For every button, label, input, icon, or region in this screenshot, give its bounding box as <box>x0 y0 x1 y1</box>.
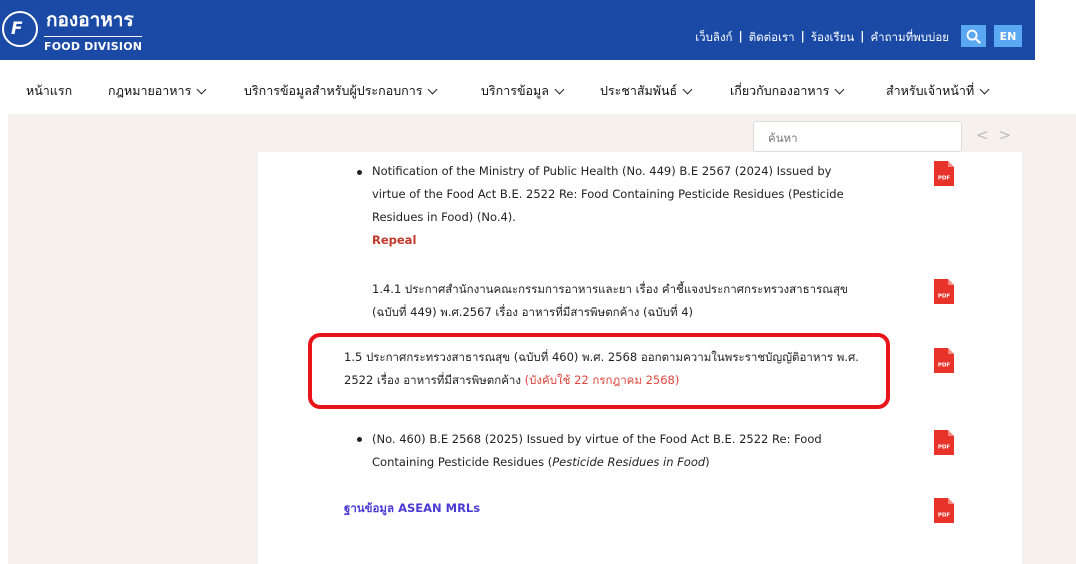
chevron-down-icon <box>682 84 693 94</box>
nav-item-label: สำหรับเจ้าหน้าที่ <box>886 83 975 98</box>
top-link-contact[interactable]: ติดต่อเรา <box>749 29 795 47</box>
pdf-icon[interactable]: PDF <box>934 279 954 304</box>
nav-item-label: ประชาสัมพันธ์ <box>600 83 678 98</box>
list-item-notification-460-en[interactable]: (No. 460) B.E 2568 (2025) Issued by virt… <box>372 428 892 474</box>
logo-icon[interactable]: F <box>2 11 38 47</box>
top-link-complaint[interactable]: ร้องเรียน <box>811 29 854 47</box>
next-arrow-icon[interactable]: > <box>999 126 1022 144</box>
svg-text:PDF: PDF <box>938 445 951 451</box>
pager: <> <box>976 126 1021 144</box>
chevron-down-icon <box>427 84 438 94</box>
logo-title-en[interactable]: FOOD DIVISION <box>44 36 143 54</box>
highlight-box <box>308 333 890 409</box>
chevron-down-icon <box>979 84 990 94</box>
status-repeal: Repeal <box>372 233 417 247</box>
page: F กองอาหาร FOOD DIVISION เว็บลิงก์ | ติด… <box>0 0 1076 564</box>
search-icon <box>966 29 981 44</box>
item-text-italic: Pesticide Residues in Food <box>552 455 706 469</box>
nav-item-label: เกี่ยวกับกองอาหาร <box>730 83 830 98</box>
bullet-icon <box>357 437 362 442</box>
chevron-down-icon <box>196 84 207 94</box>
nav-item-label: บริการข้อมูล <box>481 83 549 98</box>
separator: | <box>860 29 865 43</box>
chevron-down-icon <box>834 84 845 94</box>
item-text: (ฉบับที่ 449) พ.ศ.2567 เรื่อง อาหารที่มี… <box>372 305 694 319</box>
nav-item-home[interactable]: หน้าแรก <box>26 81 72 101</box>
logo-title-th[interactable]: กองอาหาร <box>46 9 134 31</box>
pdf-icon[interactable]: PDF <box>934 161 954 186</box>
separator: | <box>738 29 743 43</box>
top-link-weblinks[interactable]: เว็บลิงก์ <box>695 29 732 47</box>
asean-mrls-link[interactable]: ฐานข้อมูล ASEAN MRLs <box>344 497 480 520</box>
svg-text:PDF: PDF <box>938 513 951 519</box>
search-input[interactable]: ค้นหา <box>753 121 962 152</box>
nav-item-label: กฎหมายอาหาร <box>108 83 192 98</box>
language-button[interactable]: EN <box>994 25 1022 47</box>
item-text: (No. 460) B.E 2568 (2025) Issued by virt… <box>372 432 822 446</box>
top-link-faq[interactable]: คำถามที่พบบ่อย <box>870 29 949 47</box>
pdf-icon[interactable]: PDF <box>934 430 954 455</box>
bullet-icon <box>357 170 362 175</box>
search-button[interactable] <box>961 25 986 47</box>
nav-item-info-services[interactable]: บริการข้อมูล <box>481 81 565 101</box>
list-item-fda-clarification[interactable]: 1.4.1 ประกาศสำนักงานคณะกรรมการอาหารและยา… <box>372 278 892 324</box>
item-text: 1.4.1 ประกาศสำนักงานคณะกรรมการอาหารและยา… <box>372 282 848 296</box>
nav-item-about[interactable]: เกี่ยวกับกองอาหาร <box>730 81 845 101</box>
prev-arrow-icon[interactable]: < <box>976 126 999 144</box>
svg-text:PDF: PDF <box>938 294 951 300</box>
item-text: virtue of the Food Act B.E. 2522 Re: Foo… <box>372 187 844 201</box>
item-text: Notification of the Ministry of Public H… <box>372 164 832 178</box>
nav-item-label: หน้าแรก <box>26 83 73 98</box>
svg-text:PDF: PDF <box>938 176 951 182</box>
item-text: Containing Pesticide Residues ( <box>372 455 553 469</box>
pdf-icon[interactable]: PDF <box>934 348 954 373</box>
main-nav: หน้าแรก กฎหมายอาหาร บริการข้อมูลสำหรับผู… <box>0 60 1076 114</box>
top-header: F กองอาหาร FOOD DIVISION เว็บลิงก์ | ติด… <box>0 0 1035 60</box>
item-text: Residues in Food) (No.4). <box>372 210 516 224</box>
item-text: ) <box>705 455 710 469</box>
separator: | <box>800 29 805 43</box>
nav-item-staff[interactable]: สำหรับเจ้าหน้าที่ <box>886 81 990 101</box>
nav-item-public-relations[interactable]: ประชาสัมพันธ์ <box>600 81 693 101</box>
nav-item-food-law[interactable]: กฎหมายอาหาร <box>108 81 207 101</box>
pdf-icon[interactable]: PDF <box>934 498 954 523</box>
chevron-down-icon <box>554 84 565 94</box>
list-item-notification-449: Notification of the Ministry of Public H… <box>372 160 892 252</box>
top-links: เว็บลิงก์ | ติดต่อเรา | ร้องเรียน | คำถา… <box>695 29 949 47</box>
nav-item-operator-services[interactable]: บริการข้อมูลสำหรับผู้ประกอบการ <box>244 81 438 101</box>
nav-item-label: บริการข้อมูลสำหรับผู้ประกอบการ <box>244 83 423 98</box>
svg-text:PDF: PDF <box>938 363 951 369</box>
